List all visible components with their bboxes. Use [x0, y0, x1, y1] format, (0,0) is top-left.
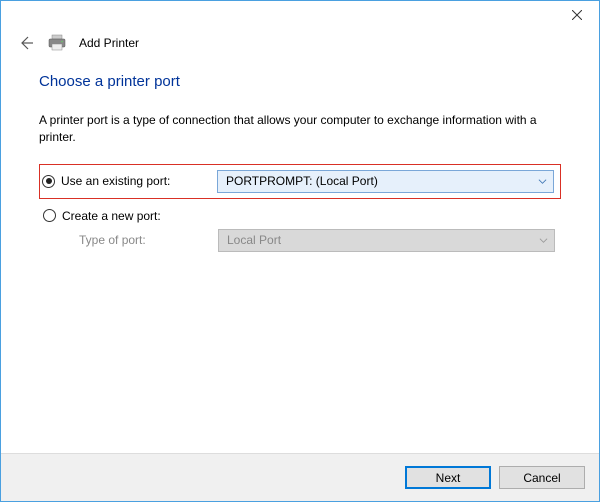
next-button[interactable]: Next — [405, 466, 491, 489]
cancel-button[interactable]: Cancel — [499, 466, 585, 489]
existing-port-row: Use an existing port: PORTPROMPT: (Local… — [42, 170, 554, 193]
existing-port-radio[interactable]: Use an existing port: — [42, 174, 217, 188]
chevron-down-icon — [537, 176, 547, 186]
port-type-dropdown: Local Port — [218, 229, 555, 252]
create-port-radio[interactable]: Create a new port: — [43, 209, 218, 223]
port-type-value: Local Port — [227, 233, 281, 247]
chevron-down-icon — [538, 235, 548, 245]
existing-port-value: PORTPROMPT: (Local Port) — [226, 174, 378, 188]
port-type-row: Type of port: Local Port — [43, 229, 555, 252]
existing-port-group: Use an existing port: PORTPROMPT: (Local… — [39, 164, 561, 199]
printer-icon — [47, 33, 67, 53]
radio-icon — [43, 209, 56, 222]
existing-port-label: Use an existing port: — [61, 174, 170, 188]
close-button[interactable] — [554, 1, 599, 29]
create-port-label: Create a new port: — [62, 209, 161, 223]
page-title: Choose a printer port — [39, 73, 561, 90]
titlebar — [1, 1, 599, 33]
port-type-label: Type of port: — [43, 233, 218, 247]
wizard-title: Add Printer — [79, 36, 139, 50]
existing-port-dropdown[interactable]: PORTPROMPT: (Local Port) — [217, 170, 554, 193]
add-printer-wizard: Add Printer Choose a printer port A prin… — [0, 0, 600, 502]
create-port-row: Create a new port: — [43, 209, 555, 223]
back-button[interactable] — [17, 34, 35, 52]
content-area: Choose a printer port A printer port is … — [1, 61, 599, 453]
wizard-footer: Next Cancel — [1, 453, 599, 501]
wizard-header: Add Printer — [1, 33, 599, 61]
page-description: A printer port is a type of connection t… — [39, 112, 561, 146]
create-port-group: Create a new port: Type of port: Local P… — [39, 209, 561, 252]
arrow-left-icon — [18, 35, 34, 51]
radio-icon — [42, 175, 55, 188]
close-icon — [572, 10, 582, 20]
